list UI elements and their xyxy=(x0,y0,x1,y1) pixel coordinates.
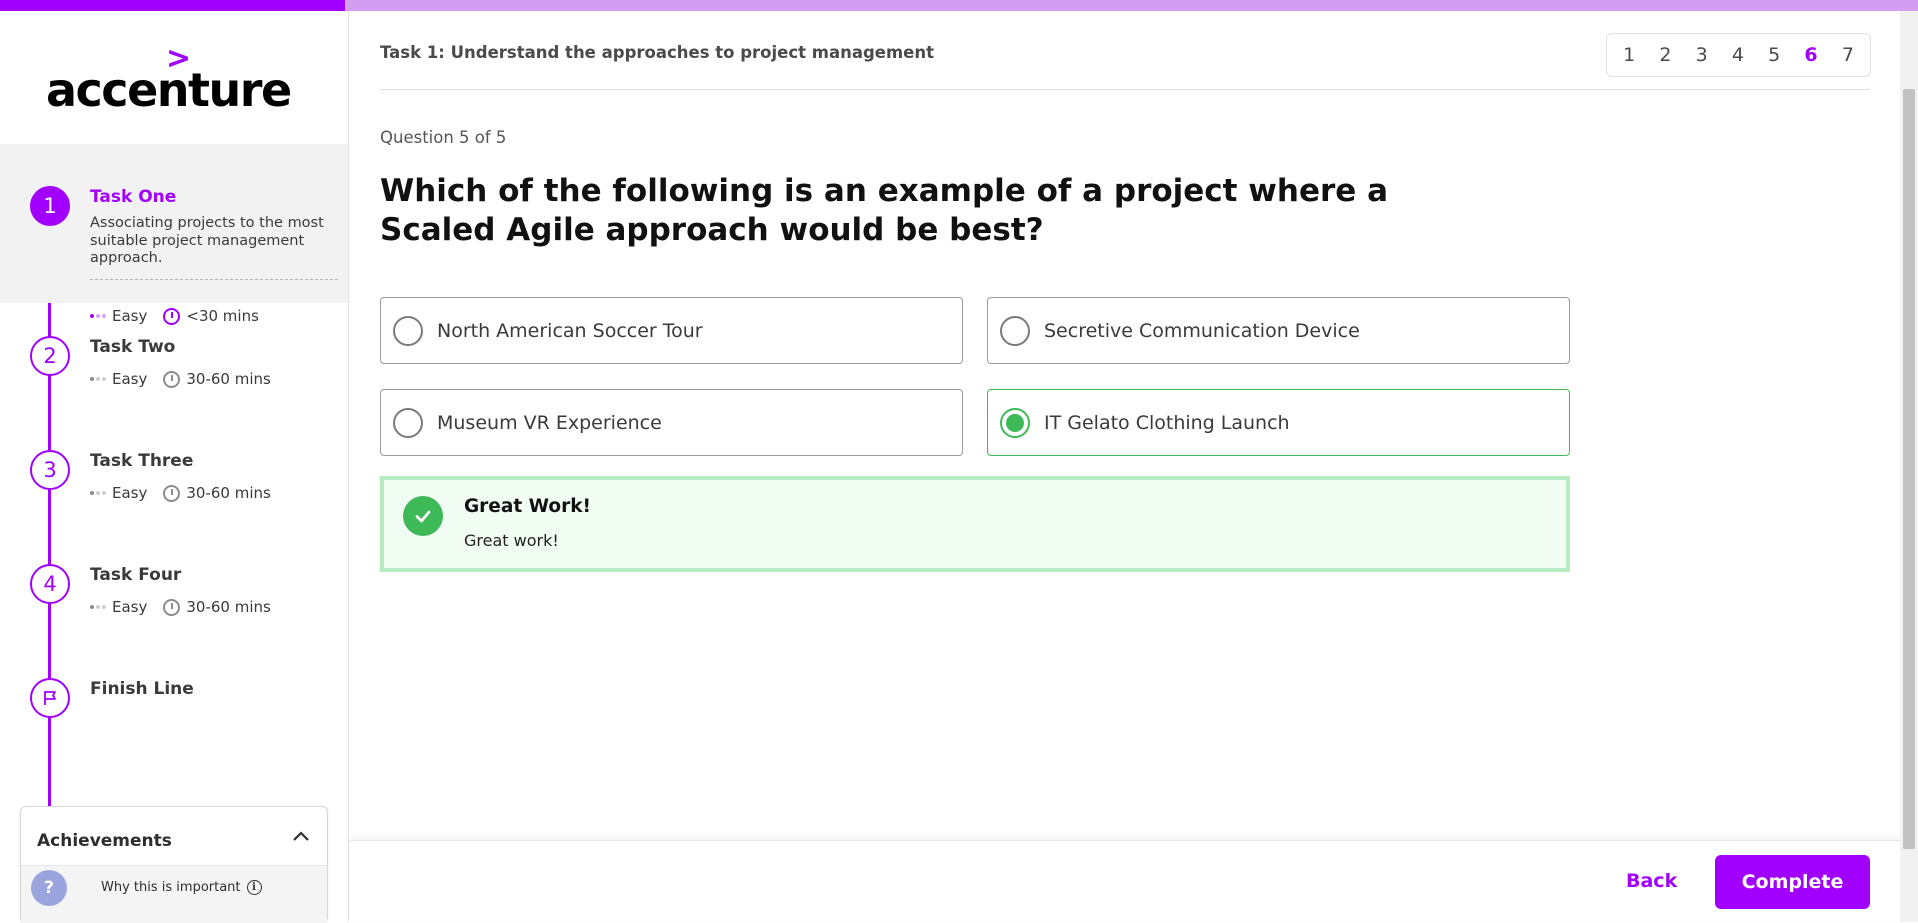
question-text: Which of the following is an example of … xyxy=(380,173,1389,248)
course-progress-bar xyxy=(0,0,1918,11)
course-progress-fill xyxy=(0,0,346,11)
task-meta: Easy 30-60 mins xyxy=(90,598,271,616)
help-chat-button[interactable]: ? xyxy=(31,870,67,906)
pager-item[interactable]: 2 xyxy=(1659,44,1671,66)
task-title: Task One xyxy=(90,187,177,207)
task-meta: Easy 30-60 mins xyxy=(90,484,271,502)
task-title: Task Four xyxy=(90,565,182,585)
achievements-body: ? Why this is important i xyxy=(21,865,327,923)
option-label: North American Soccer Tour xyxy=(437,319,703,342)
task-description: Associating projects to the most suitabl… xyxy=(90,215,324,266)
difficulty-label: Easy xyxy=(112,598,148,616)
pager-item[interactable]: 6 xyxy=(1804,44,1817,66)
radio-selected-dot xyxy=(1006,413,1024,432)
difficulty-dots-icon xyxy=(90,605,106,609)
answer-option[interactable]: North American Soccer Tour xyxy=(380,297,963,364)
option-label: Museum VR Experience xyxy=(437,411,662,434)
task-number-badge: 1 xyxy=(30,186,70,226)
feedback-banner: Great Work! Great work! xyxy=(380,476,1570,572)
difficulty-dots-icon xyxy=(90,377,106,381)
sidebar: accenture > 1 Task One Associating proje… xyxy=(0,11,349,923)
feedback-body: Great work! xyxy=(464,531,559,550)
task-number-badge: 4 xyxy=(30,564,70,604)
back-button[interactable]: Back xyxy=(1626,870,1677,892)
pager-item[interactable]: 5 xyxy=(1768,44,1780,66)
flag-icon xyxy=(30,678,70,718)
sidebar-finish-line[interactable]: Finish Line xyxy=(0,662,348,732)
pager-item[interactable]: 7 xyxy=(1842,44,1854,66)
answer-option[interactable]: Secretive Communication Device xyxy=(987,297,1570,364)
header-divider xyxy=(380,89,1870,90)
answer-option[interactable]: Museum VR Experience xyxy=(380,389,963,456)
pager-item[interactable]: 1 xyxy=(1623,44,1635,66)
task-number-badge: 3 xyxy=(30,450,70,490)
task-number-badge: 2 xyxy=(30,336,70,376)
why-important-link[interactable]: Why this is important i xyxy=(101,880,262,895)
answer-option[interactable]: IT Gelato Clothing Launch xyxy=(987,389,1570,456)
sidebar-task-three[interactable]: 3 Task Three Easy 30-60 mins xyxy=(0,434,348,534)
main-content: Task 1: Understand the approaches to pro… xyxy=(350,11,1900,922)
pager-item[interactable]: 4 xyxy=(1732,44,1744,66)
duration-label: 30-60 mins xyxy=(186,484,271,502)
duration-label: 30-60 mins xyxy=(186,370,271,388)
achievements-heading: Achievements xyxy=(37,831,172,851)
feedback-title: Great Work! xyxy=(464,496,591,517)
option-label: Secretive Communication Device xyxy=(1044,319,1360,342)
radio-button[interactable] xyxy=(1000,315,1030,346)
footer-bar: Back Complete xyxy=(350,840,1900,922)
accenture-logo: accenture > xyxy=(46,41,292,117)
radio-button[interactable] xyxy=(1000,407,1030,438)
difficulty-label: Easy xyxy=(112,484,148,502)
duration-label: 30-60 mins xyxy=(186,598,271,616)
achievements-panel: Achievements ? Why this is important i xyxy=(20,806,328,923)
question-counter: Question 5 of 5 xyxy=(380,128,507,147)
task-meta: Easy 30-60 mins xyxy=(90,370,271,388)
complete-button[interactable]: Complete xyxy=(1715,855,1870,909)
clock-icon xyxy=(163,370,181,388)
radio-button[interactable] xyxy=(393,407,423,438)
task-title: Task Two xyxy=(90,337,176,357)
logo-mark-icon: > xyxy=(166,41,192,76)
task-title: Task Three xyxy=(90,451,194,471)
sidebar-task-one[interactable]: 1 Task One Associating projects to the m… xyxy=(0,144,348,325)
pager-item[interactable]: 3 xyxy=(1696,44,1708,66)
page-title: Task 1: Understand the approaches to pro… xyxy=(380,43,935,62)
step-pager: 1 2 3 4 5 6 7 xyxy=(1606,33,1871,77)
difficulty-label: Easy xyxy=(112,370,148,388)
difficulty-dots-icon xyxy=(90,314,106,318)
task-divider xyxy=(90,279,338,280)
why-important-label: Why this is important xyxy=(101,880,241,895)
radio-button[interactable] xyxy=(393,315,423,346)
clock-icon xyxy=(163,598,181,616)
check-circle-icon xyxy=(403,496,443,536)
clock-icon xyxy=(163,484,181,502)
sidebar-task-four[interactable]: 4 Task Four Easy 30-60 mins xyxy=(0,548,348,648)
task-title: Finish Line xyxy=(90,679,194,699)
sidebar-task-two[interactable]: 2 Task Two Easy 30-60 mins xyxy=(0,320,348,420)
info-icon: i xyxy=(246,880,262,895)
difficulty-dots-icon xyxy=(90,491,106,495)
scrollbar-thumb[interactable] xyxy=(1903,89,1915,849)
chevron-up-icon[interactable] xyxy=(289,825,313,849)
option-label: IT Gelato Clothing Launch xyxy=(1044,411,1290,434)
scrollbar[interactable] xyxy=(1900,11,1918,922)
